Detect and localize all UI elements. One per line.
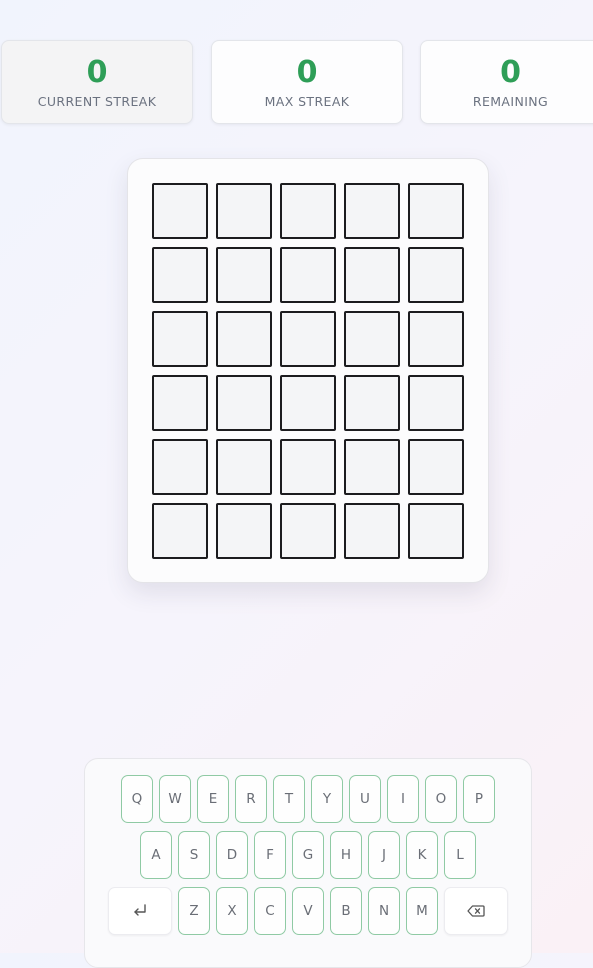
letter-grid bbox=[152, 183, 464, 559]
letter-key[interactable]: K bbox=[406, 831, 438, 879]
letter-key[interactable]: L bbox=[444, 831, 476, 879]
letter-key[interactable]: C bbox=[254, 887, 286, 935]
grid-tile bbox=[408, 311, 464, 367]
grid-tile bbox=[152, 503, 208, 559]
letter-key[interactable]: R bbox=[235, 775, 267, 823]
enter-key[interactable] bbox=[108, 887, 172, 935]
letter-key[interactable]: T bbox=[273, 775, 305, 823]
letter-key[interactable]: I bbox=[387, 775, 419, 823]
stat-label: CURRENT STREAK bbox=[37, 94, 157, 109]
grid-tile bbox=[408, 183, 464, 239]
grid-tile bbox=[152, 247, 208, 303]
letter-key[interactable]: W bbox=[159, 775, 191, 823]
letter-key[interactable]: S bbox=[178, 831, 210, 879]
stat-value: 0 bbox=[500, 55, 521, 90]
letter-key[interactable]: Z bbox=[178, 887, 210, 935]
grid-tile bbox=[280, 183, 336, 239]
letter-key[interactable]: A bbox=[140, 831, 172, 879]
grid-tile bbox=[152, 439, 208, 495]
game-board bbox=[127, 158, 489, 583]
grid-tile bbox=[152, 311, 208, 367]
stat-label: REMAINING bbox=[472, 94, 549, 109]
stat-max-streak: 0 MAX STREAK bbox=[211, 40, 403, 124]
grid-tile bbox=[216, 183, 272, 239]
letter-key[interactable]: B bbox=[330, 887, 362, 935]
keyboard-row-1: QWERTYUIOP bbox=[85, 775, 531, 823]
enter-icon bbox=[132, 904, 148, 918]
grid-tile bbox=[344, 375, 400, 431]
grid-tile bbox=[280, 311, 336, 367]
grid-tile bbox=[216, 311, 272, 367]
grid-tile bbox=[216, 503, 272, 559]
grid-tile bbox=[152, 375, 208, 431]
letter-key[interactable]: M bbox=[406, 887, 438, 935]
letter-key[interactable]: U bbox=[349, 775, 381, 823]
stats-bar: 0 CURRENT STREAK 0 MAX STREAK 0 REMAININ… bbox=[1, 40, 593, 126]
grid-tile bbox=[344, 503, 400, 559]
grid-tile bbox=[344, 247, 400, 303]
stat-remaining: 0 REMAINING bbox=[420, 40, 593, 124]
stat-current-streak: 0 CURRENT STREAK bbox=[1, 40, 193, 124]
letter-key[interactable]: Y bbox=[311, 775, 343, 823]
backspace-icon bbox=[467, 905, 485, 917]
letter-key[interactable]: Q bbox=[121, 775, 153, 823]
letter-key[interactable]: D bbox=[216, 831, 248, 879]
letter-key[interactable]: E bbox=[197, 775, 229, 823]
grid-tile bbox=[152, 183, 208, 239]
grid-tile bbox=[280, 247, 336, 303]
letter-key[interactable]: N bbox=[368, 887, 400, 935]
grid-tile bbox=[280, 375, 336, 431]
grid-tile bbox=[280, 439, 336, 495]
grid-tile bbox=[344, 439, 400, 495]
grid-tile bbox=[344, 183, 400, 239]
stat-label: MAX STREAK bbox=[264, 94, 350, 109]
letter-key[interactable]: H bbox=[330, 831, 362, 879]
keyboard-row-2: ASDFGHJKL bbox=[85, 831, 531, 879]
grid-tile bbox=[280, 503, 336, 559]
grid-tile bbox=[216, 375, 272, 431]
grid-tile bbox=[216, 439, 272, 495]
letter-key[interactable]: J bbox=[368, 831, 400, 879]
letter-key[interactable]: X bbox=[216, 887, 248, 935]
grid-tile bbox=[344, 311, 400, 367]
stat-value: 0 bbox=[86, 55, 108, 90]
letter-key[interactable]: P bbox=[463, 775, 495, 823]
grid-tile bbox=[408, 247, 464, 303]
keyboard-row-3: ZXCVBNM bbox=[85, 887, 531, 935]
stat-value: 0 bbox=[296, 55, 318, 90]
grid-tile bbox=[408, 375, 464, 431]
on-screen-keyboard: QWERTYUIOP ASDFGHJKL ZXCVBNM bbox=[84, 758, 532, 968]
letter-key[interactable]: O bbox=[425, 775, 457, 823]
letter-key[interactable]: G bbox=[292, 831, 324, 879]
backspace-key[interactable] bbox=[444, 887, 508, 935]
grid-tile bbox=[408, 503, 464, 559]
letter-key[interactable]: F bbox=[254, 831, 286, 879]
grid-tile bbox=[216, 247, 272, 303]
grid-tile bbox=[408, 439, 464, 495]
letter-key[interactable]: V bbox=[292, 887, 324, 935]
